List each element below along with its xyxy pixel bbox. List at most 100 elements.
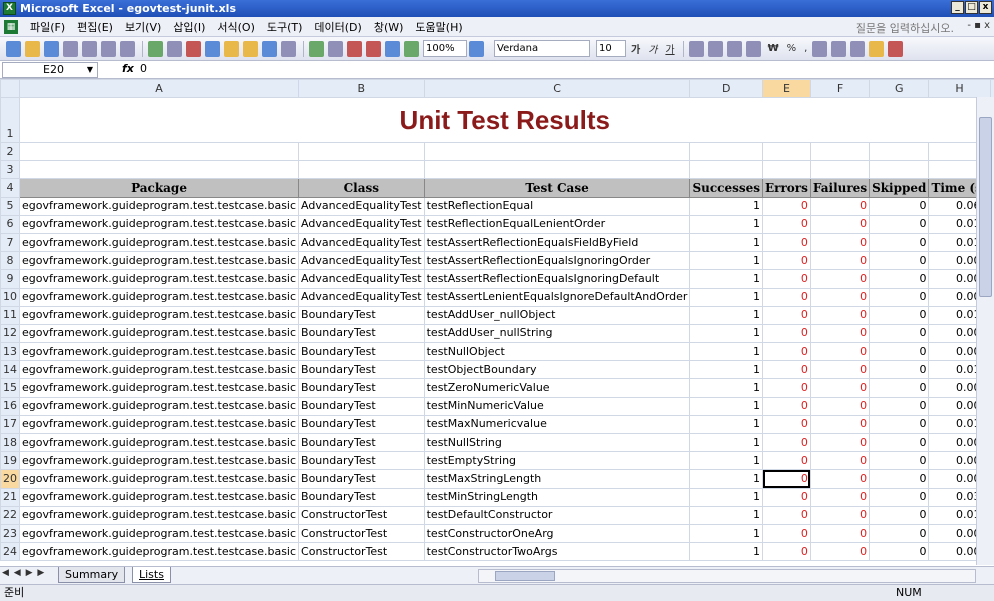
cell-test-case[interactable]: testConstructorTwoArgs xyxy=(423,542,691,562)
header-successes[interactable]: Successes xyxy=(689,178,763,198)
column-header-c[interactable]: C xyxy=(423,79,691,98)
menu-help[interactable]: 도움말(H) xyxy=(409,19,468,35)
cell-package[interactable]: egovframework.guideprogram.test.testcase… xyxy=(18,214,300,234)
cell-skipped[interactable]: 0 xyxy=(869,523,930,544)
cell-successes[interactable]: 1 xyxy=(689,396,763,416)
row-header[interactable]: 18 xyxy=(0,432,20,453)
cell-skipped[interactable]: 0 xyxy=(869,542,930,562)
bold-button[interactable]: 가 xyxy=(628,41,643,56)
cell-successes[interactable]: 1 xyxy=(689,196,763,216)
cell-skipped[interactable]: 0 xyxy=(869,432,930,453)
cell-successes[interactable]: 1 xyxy=(689,269,763,289)
cell-errors[interactable]: 0 xyxy=(762,505,811,525)
cell-successes[interactable]: 1 xyxy=(689,523,763,544)
cell-class[interactable]: BoundaryTest xyxy=(298,396,425,416)
column-header-i[interactable] xyxy=(989,79,994,98)
cell-failures[interactable]: 0 xyxy=(809,523,871,544)
row-header[interactable]: 24 xyxy=(0,542,20,562)
cell-package[interactable]: egovframework.guideprogram.test.testcase… xyxy=(18,360,300,380)
cell-failures[interactable]: 0 xyxy=(809,305,871,325)
cell-skipped[interactable]: 0 xyxy=(869,269,930,289)
cell-errors[interactable]: 0 xyxy=(762,523,811,544)
cell-test-case[interactable]: testReflectionEqualLenientOrder xyxy=(423,214,691,234)
cell-successes[interactable]: 1 xyxy=(689,542,763,562)
cell-failures[interactable]: 0 xyxy=(809,251,871,271)
row-header[interactable]: 10 xyxy=(0,287,20,307)
cell-failures[interactable]: 0 xyxy=(809,214,871,234)
cell-class[interactable]: BoundaryTest xyxy=(298,414,425,435)
cell-class[interactable]: AdvancedEqualityTest xyxy=(298,196,425,216)
cell-errors[interactable]: 0 xyxy=(762,378,811,398)
sheet-nav-buttons[interactable]: ◀ ◀ ▶ ▶ xyxy=(2,568,45,578)
cell-package[interactable]: egovframework.guideprogram.test.testcase… xyxy=(18,232,300,253)
cell-errors[interactable]: 0 xyxy=(762,360,811,380)
cell-package[interactable]: egovframework.guideprogram.test.testcase… xyxy=(18,305,300,325)
cell-failures[interactable]: 0 xyxy=(809,342,871,362)
zoom-select[interactable]: 100% xyxy=(423,40,467,57)
permission-icon[interactable] xyxy=(63,40,78,57)
cell-successes[interactable]: 1 xyxy=(689,469,763,489)
cell-failures[interactable]: 0 xyxy=(809,414,871,435)
row-header[interactable]: 6 xyxy=(0,214,20,234)
cell-skipped[interactable]: 0 xyxy=(869,232,930,253)
merge-center-icon[interactable] xyxy=(745,40,761,57)
underline-button[interactable]: 가 xyxy=(662,41,677,56)
select-all-corner[interactable] xyxy=(0,79,20,98)
cell-skipped[interactable]: 0 xyxy=(869,214,930,234)
cell-successes[interactable]: 1 xyxy=(689,342,763,362)
redo-icon[interactable] xyxy=(281,40,296,57)
font-color-icon[interactable] xyxy=(888,40,904,57)
cell-package[interactable]: egovframework.guideprogram.test.testcase… xyxy=(18,451,300,471)
cell-skipped[interactable]: 0 xyxy=(869,305,930,325)
cell-errors[interactable]: 0 xyxy=(762,432,811,453)
menu-tools[interactable]: 도구(T) xyxy=(261,19,309,35)
undo-icon[interactable] xyxy=(262,40,277,57)
cell-test-case[interactable]: testMinNumericValue xyxy=(423,396,691,416)
cell-test-case[interactable]: testMinStringLength xyxy=(423,487,691,507)
column-header-e[interactable]: E xyxy=(762,79,811,98)
cell-skipped[interactable]: 0 xyxy=(869,505,930,525)
chart-wizard-icon[interactable] xyxy=(385,40,400,57)
cell-package[interactable]: egovframework.guideprogram.test.testcase… xyxy=(18,487,300,507)
cell-test-case[interactable]: testNullString xyxy=(423,432,691,453)
cell-successes[interactable]: 1 xyxy=(689,305,763,325)
cell-skipped[interactable]: 0 xyxy=(869,360,930,380)
cell-errors[interactable]: 0 xyxy=(762,287,811,307)
row-header[interactable]: 17 xyxy=(0,414,20,435)
column-header-d[interactable]: D xyxy=(689,79,763,98)
comma-button[interactable]: , xyxy=(801,43,810,54)
cell-test-case[interactable]: testConstructorOneArg xyxy=(423,523,691,544)
row-header[interactable]: 19 xyxy=(0,451,20,471)
menu-format[interactable]: 서식(O) xyxy=(211,19,260,35)
cell-class[interactable]: BoundaryTest xyxy=(298,323,425,344)
cell-class[interactable]: AdvancedEqualityTest xyxy=(298,232,425,253)
header-errors[interactable]: Errors xyxy=(762,178,811,198)
workbook-icon[interactable]: ▦ xyxy=(4,19,18,34)
cell-test-case[interactable]: testObjectBoundary xyxy=(423,360,691,380)
help-icon[interactable] xyxy=(469,40,484,57)
cell-failures[interactable]: 0 xyxy=(809,287,871,307)
cell-package[interactable]: egovframework.guideprogram.test.testcase… xyxy=(18,396,300,416)
cell-skipped[interactable]: 0 xyxy=(869,323,930,344)
cell-class[interactable]: AdvancedEqualityTest xyxy=(298,287,425,307)
cell-package[interactable]: egovframework.guideprogram.test.testcase… xyxy=(18,378,300,398)
cell-errors[interactable]: 0 xyxy=(762,342,811,362)
sort-ascending-icon[interactable] xyxy=(347,40,362,57)
column-header-h[interactable]: H xyxy=(928,79,991,98)
cell-package[interactable]: egovframework.guideprogram.test.testcase… xyxy=(18,251,300,271)
print-icon[interactable] xyxy=(101,40,116,57)
cell-package[interactable]: egovframework.guideprogram.test.testcase… xyxy=(18,523,300,544)
column-header-b[interactable]: B xyxy=(298,79,425,98)
cell-test-case[interactable]: testAssertLenientEqualsIgnoreDefaultAndO… xyxy=(423,287,691,307)
cell-class[interactable]: AdvancedEqualityTest xyxy=(298,214,425,234)
align-left-icon[interactable] xyxy=(688,40,704,57)
menu-data[interactable]: 데이터(D) xyxy=(308,19,367,35)
cell-package[interactable]: egovframework.guideprogram.test.testcase… xyxy=(18,505,300,525)
cell-errors[interactable]: 0 xyxy=(762,396,811,416)
row-header[interactable]: 8 xyxy=(0,251,20,271)
cell-package[interactable]: egovframework.guideprogram.test.testcase… xyxy=(18,469,300,489)
increase-decimal-icon[interactable] xyxy=(812,40,828,57)
horizontal-scrollbar[interactable] xyxy=(478,569,976,583)
minimize-button[interactable]: _ xyxy=(951,1,964,14)
cell-test-case[interactable]: testMaxStringLength xyxy=(423,469,691,489)
